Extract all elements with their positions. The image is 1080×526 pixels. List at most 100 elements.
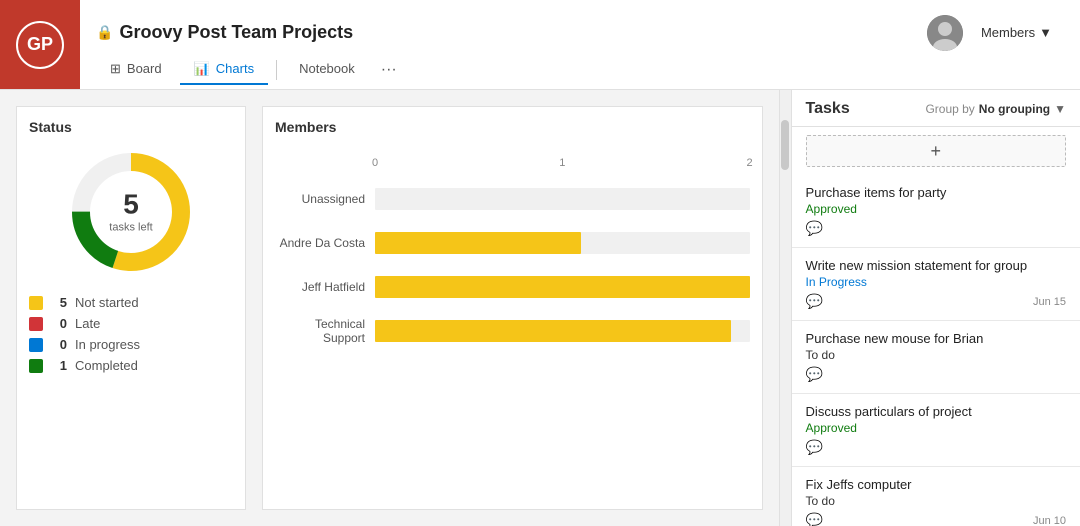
bar-fill-andre <box>375 232 581 254</box>
bar-label-andre: Andre Da Costa <box>275 236 375 250</box>
bar-track-unassigned <box>375 188 750 210</box>
bar-track-jeff <box>375 276 750 298</box>
bar-chart-area: 0 1 2 Unassigned Andre Da Costa <box>275 147 750 345</box>
header-top: 🔒 Groovy Post Team Projects Members ▼ <box>96 5 1080 55</box>
tasks-title: Tasks <box>806 100 850 118</box>
tab-charts-label: Charts <box>216 61 254 76</box>
scrollbar-track[interactable] <box>779 90 791 526</box>
bar-label-unassigned: Unassigned <box>275 192 375 206</box>
group-by-chevron-icon: ▼ <box>1054 102 1066 116</box>
bar-label-technical: Technical Support <box>275 317 375 345</box>
legend-label-late: Late <box>75 316 233 331</box>
donut-center: 5 tasks left <box>109 191 152 234</box>
task-name: Purchase items for party <box>806 185 1066 200</box>
tab-charts[interactable]: 📊 Charts <box>180 55 268 85</box>
task-item-mission-statement[interactable]: Write new mission statement for group In… <box>792 248 1080 321</box>
legend-item-not-started: 5 Not started <box>29 295 233 310</box>
task-name: Purchase new mouse for Brian <box>806 331 1066 346</box>
chevron-down-icon: ▼ <box>1039 25 1052 40</box>
tab-notebook-label: Notebook <box>299 61 355 76</box>
tab-notebook[interactable]: Notebook <box>285 55 369 84</box>
legend-count-completed: 1 <box>51 358 67 373</box>
tab-separator <box>276 60 277 80</box>
bar-row-jeff: Jeff Hatfield <box>275 273 750 301</box>
task-date: Jun 10 <box>1033 515 1066 526</box>
task-date: Jun 15 <box>1033 296 1066 308</box>
team-badge-area: GP <box>0 0 80 89</box>
left-panel: Status 5 tasks left <box>0 90 779 526</box>
task-name: Fix Jeffs computer <box>806 477 1066 492</box>
status-card: Status 5 tasks left <box>16 106 246 510</box>
charts-area: Status 5 tasks left <box>0 90 779 526</box>
comment-icon: 💬 <box>806 512 823 526</box>
group-by-area[interactable]: Group by No grouping ▼ <box>925 102 1066 116</box>
legend-count-not-started: 5 <box>51 295 67 310</box>
donut-container: 5 tasks left <box>29 147 233 277</box>
main-content: Status 5 tasks left <box>0 90 1080 526</box>
tab-more-button[interactable]: ··· <box>373 57 405 83</box>
group-by-label: Group by <box>925 102 974 116</box>
bar-track-andre <box>375 232 750 254</box>
bar-label-jeff: Jeff Hatfield <box>275 280 375 294</box>
bar-fill-jeff <box>375 276 750 298</box>
right-panel: Tasks Group by No grouping ▼ + Purchase … <box>791 90 1080 526</box>
legend-color-in-progress <box>29 338 43 352</box>
bar-row-unassigned: Unassigned <box>275 185 750 213</box>
legend-item-late: 0 Late <box>29 316 233 331</box>
bar-row-technical: Technical Support <box>275 317 750 345</box>
group-by-value: No grouping <box>979 102 1050 116</box>
app-header: GP 🔒 Groovy Post Team Projects Members ▼ <box>0 0 1080 90</box>
members-card-title: Members <box>275 119 750 135</box>
nav-tabs: ⊞ Board 📊 Charts Notebook ··· <box>96 55 1080 85</box>
legend-item-completed: 1 Completed <box>29 358 233 373</box>
members-card: Members 0 1 2 Unassigned <box>262 106 763 510</box>
legend-label-in-progress: In progress <box>75 337 233 352</box>
legend-list: 5 Not started 0 Late 0 In progress <box>29 295 233 373</box>
lock-icon: 🔒 <box>96 24 113 41</box>
donut-chart: 5 tasks left <box>66 147 196 277</box>
task-status: Approved <box>806 202 1066 216</box>
legend-color-not-started <box>29 296 43 310</box>
task-footer: 💬 Jun 15 <box>806 293 1066 310</box>
add-task-button[interactable]: + <box>806 135 1066 167</box>
bar-chart-axis: 0 1 2 <box>375 157 750 177</box>
comment-icon: 💬 <box>806 293 823 310</box>
axis-label-2: 2 <box>747 157 753 169</box>
axis-label-0: 0 <box>372 157 378 169</box>
bar-fill-technical <box>375 320 731 342</box>
legend-count-in-progress: 0 <box>51 337 67 352</box>
legend-color-late <box>29 317 43 331</box>
task-item-purchase-party[interactable]: Purchase items for party Approved 💬 <box>792 175 1080 248</box>
board-icon: ⊞ <box>110 61 121 77</box>
tab-board[interactable]: ⊞ Board <box>96 55 176 85</box>
comment-icon: 💬 <box>806 366 823 383</box>
legend-count-late: 0 <box>51 316 67 331</box>
axis-label-1: 1 <box>559 157 565 169</box>
task-item-discuss-project[interactable]: Discuss particulars of project Approved … <box>792 394 1080 467</box>
legend-label-completed: Completed <box>75 358 233 373</box>
task-footer: 💬 <box>806 220 1066 237</box>
status-card-title: Status <box>29 119 233 135</box>
header-right: Members ▼ <box>927 15 1080 51</box>
task-status: In Progress <box>806 275 1066 289</box>
task-item-fix-computer[interactable]: Fix Jeffs computer To do 💬 Jun 10 <box>792 467 1080 526</box>
task-status: Approved <box>806 421 1066 435</box>
task-footer: 💬 Jun 10 <box>806 512 1066 526</box>
donut-number: 5 <box>109 191 152 219</box>
comment-icon: 💬 <box>806 220 823 237</box>
legend-label-not-started: Not started <box>75 295 233 310</box>
task-name: Discuss particulars of project <box>806 404 1066 419</box>
tab-board-label: Board <box>127 61 162 76</box>
charts-icon: 📊 <box>194 61 210 77</box>
bar-track-technical <box>375 320 750 342</box>
task-status: To do <box>806 494 1066 508</box>
avatar[interactable] <box>927 15 963 51</box>
task-item-purchase-mouse[interactable]: Purchase new mouse for Brian To do 💬 <box>792 321 1080 394</box>
members-button[interactable]: Members ▼ <box>973 21 1060 44</box>
task-footer: 💬 <box>806 439 1066 456</box>
legend-color-completed <box>29 359 43 373</box>
tasks-header: Tasks Group by No grouping ▼ <box>792 90 1080 127</box>
scrollbar-thumb[interactable] <box>781 120 789 170</box>
header-main: 🔒 Groovy Post Team Projects Members ▼ <box>80 5 1080 85</box>
task-footer: 💬 <box>806 366 1066 383</box>
